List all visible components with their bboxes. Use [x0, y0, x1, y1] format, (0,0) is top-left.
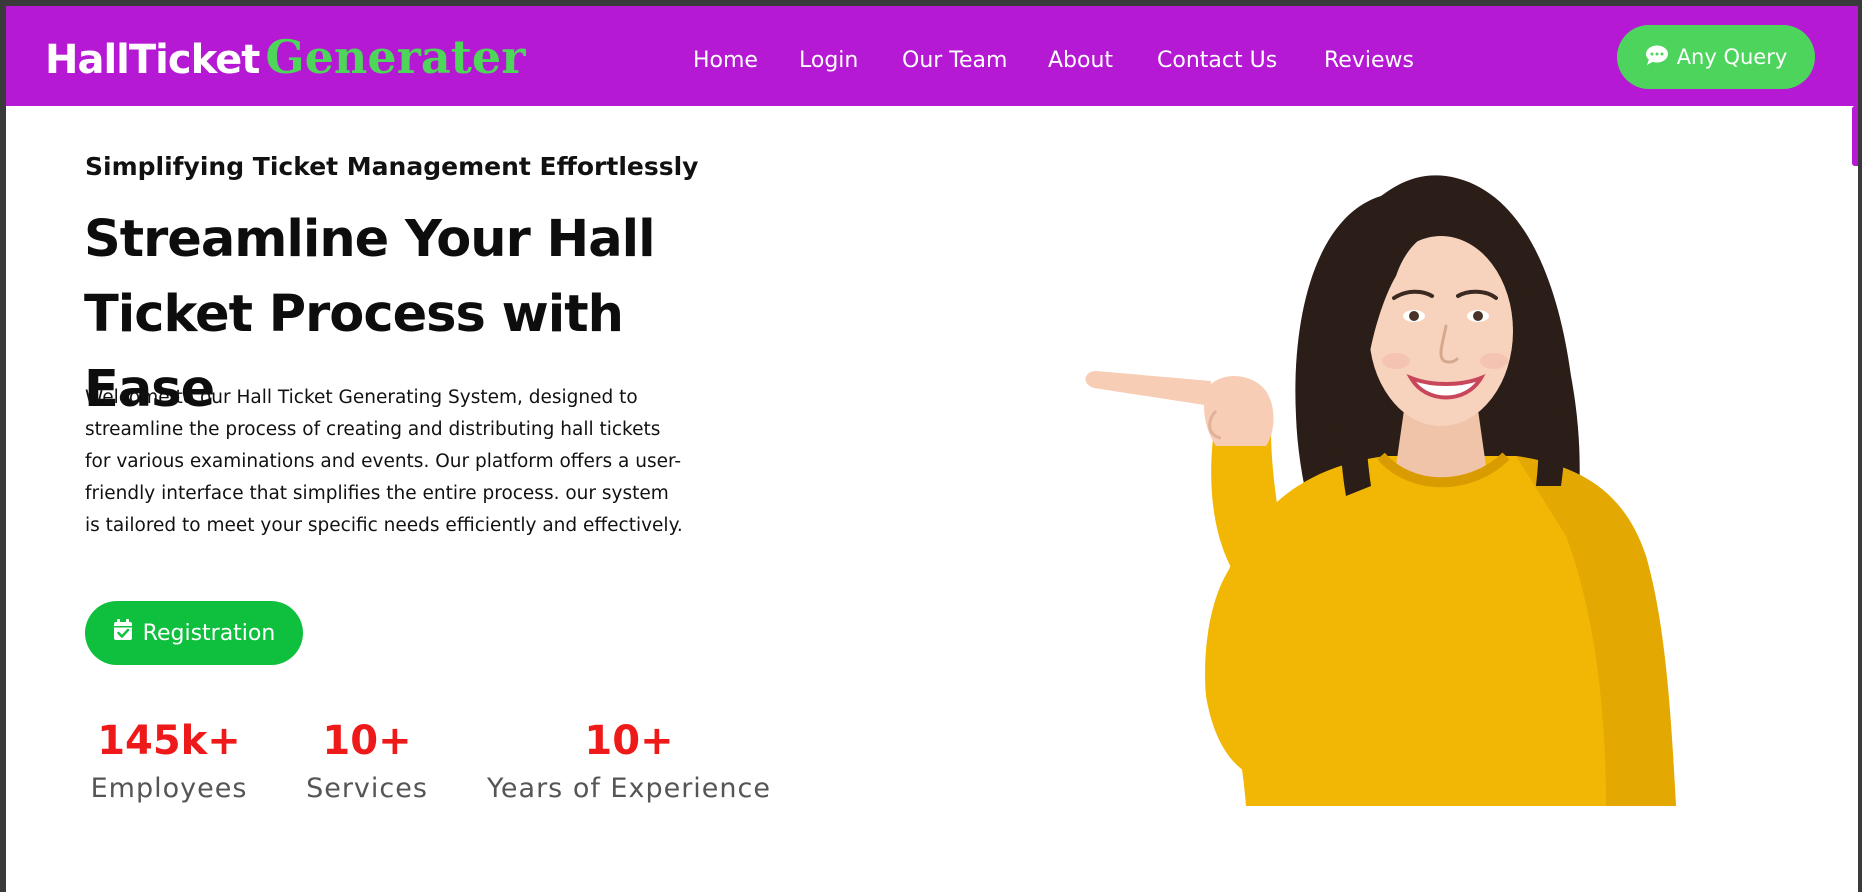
stat-experience: 10+ Years of Experience	[483, 717, 775, 809]
scrollbar-track	[1852, 6, 1858, 106]
stat-value: 10+	[322, 718, 412, 764]
top-navbar: HallTicket Generater Home Login Our Team …	[6, 6, 1858, 106]
chat-bubble-icon	[1645, 44, 1669, 71]
nav-link-login[interactable]: Login	[799, 48, 858, 73]
stat-label: Services	[306, 773, 428, 804]
stat-value: 145k+	[97, 718, 241, 764]
hero-tagline: Simplifying Ticket Management Effortless…	[85, 152, 699, 181]
registration-button[interactable]: Registration	[85, 601, 303, 665]
stat-label: Years of Experience	[487, 773, 771, 804]
stat-label: Employees	[90, 773, 248, 804]
hero-intro-text: Welcome to our Hall Ticket Generating Sy…	[85, 387, 683, 536]
scrollbar-thumb[interactable]	[1852, 106, 1858, 166]
woman-pointing-illustration	[1085, 175, 1676, 806]
brand-logo[interactable]: HallTicket Generater	[45, 30, 525, 84]
nav-link-reviews[interactable]: Reviews	[1324, 48, 1414, 73]
stat-services: 10+ Services	[303, 717, 431, 809]
registration-label: Registration	[142, 620, 276, 646]
browser-viewport: HallTicket Generater Home Login Our Team …	[6, 6, 1858, 892]
nav-link-contact-us[interactable]: Contact Us	[1157, 48, 1277, 73]
stat-value: 10+	[584, 718, 674, 764]
calendar-check-icon	[113, 619, 133, 647]
nav-link-our-team[interactable]: Our Team	[902, 48, 1007, 73]
any-query-button[interactable]: Any Query	[1617, 25, 1815, 89]
stat-employees: 145k+ Employees	[85, 717, 253, 809]
any-query-label: Any Query	[1676, 45, 1788, 69]
nav-link-home[interactable]: Home	[693, 48, 758, 73]
nav-link-about[interactable]: About	[1048, 48, 1113, 73]
brand-accent-text: Generater	[265, 30, 526, 84]
brand-main-text: HallTicket	[45, 37, 260, 83]
